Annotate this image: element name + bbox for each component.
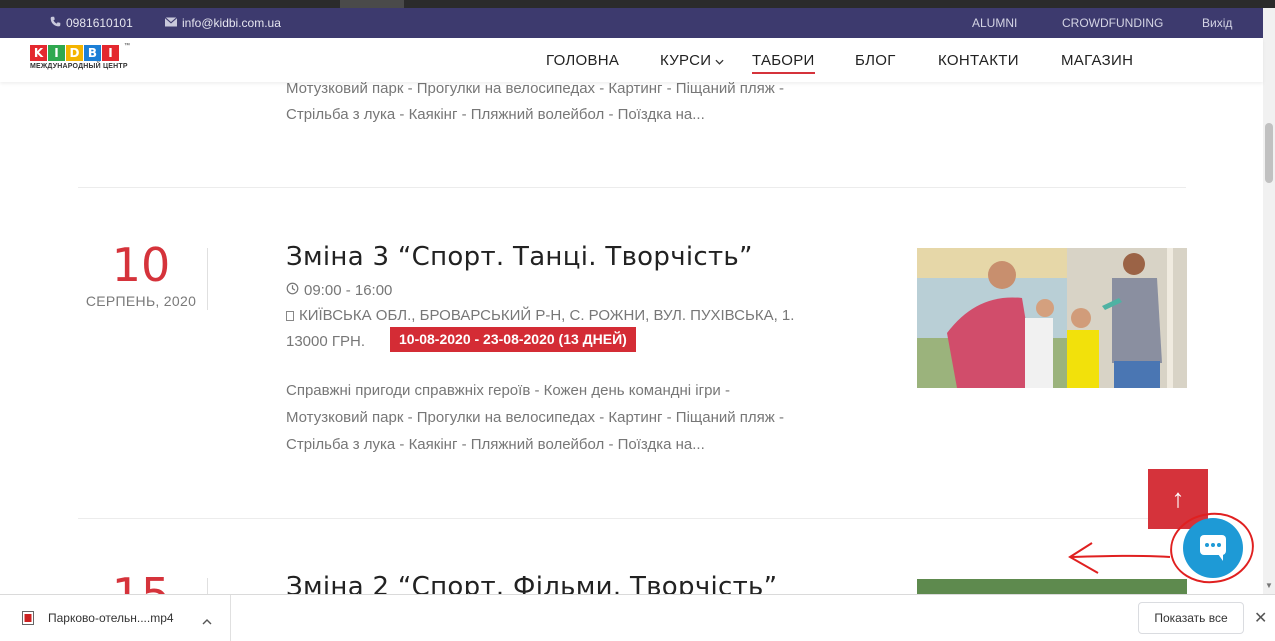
map-marker-icon [286,310,294,321]
logout-link[interactable]: Вихід [1202,16,1232,30]
event-time-text: 09:00 - 16:00 [304,282,393,299]
event-time: 09:00 - 16:00 [286,282,392,299]
kidbi-logo[interactable]: K I D B I МЕЖДУНАРОДНЫЙ ЦЕНТР ™ [30,43,130,70]
close-icon[interactable]: ✕ [1254,608,1267,628]
clock-icon [286,282,299,299]
description-line: Стрільба з лука - Каякінг - Пляжний воле… [286,106,705,123]
logo-letter: I [48,45,65,61]
chat-button[interactable] [1183,518,1243,578]
logo-trademark: ™ [124,43,130,49]
arrow-up-icon: ↑ [1171,483,1185,513]
logo-letter: B [84,45,101,61]
browser-tab[interactable] [340,0,404,8]
alumni-link[interactable]: ALUMNI [972,16,1017,30]
event-address-text: КИЇВСЬКА ОБЛ., БРОВАРСЬКИЙ Р-Н, С. РОЖНИ… [299,307,795,324]
show-all-downloads-button[interactable]: Показать все [1138,602,1244,634]
event-month: СЕРПЕНЬ, 2020 [85,293,197,309]
download-item[interactable]: Парково-отельн....mp4 [0,595,231,641]
email-contact[interactable]: info@kidbi.com.ua [164,16,281,30]
event-photo[interactable] [917,248,1187,388]
phone-number: 0981610101 [66,16,133,30]
scrollbar-thumb[interactable] [1265,123,1273,183]
browser-tab-strip [0,0,1275,8]
site-header: K I D B I МЕЖДУНАРОДНЫЙ ЦЕНТР ™ ГОЛОВНА … [0,38,1263,82]
email-address: info@kidbi.com.ua [182,16,281,30]
date-divider [207,248,208,310]
nav-courses[interactable]: КУРСИ [660,52,724,69]
event-dates-badge: 10-08-2020 - 23-08-2020 (13 ДНЕЙ) [390,327,636,352]
envelope-icon [164,16,178,30]
scroll-down-icon[interactable]: ▼ [1265,581,1273,590]
description-line: Мотузковий парк - Прогулки на велосипеда… [286,409,784,426]
event-day: 10 [111,238,171,292]
chevron-up-icon[interactable] [202,612,212,630]
chevron-down-icon [715,52,724,69]
logo-letter: D [66,45,83,61]
phone-contact[interactable]: 0981610101 [50,16,133,30]
divider [78,187,1186,188]
nav-courses-label: КУРСИ [660,52,712,69]
event-address: КИЇВСЬКА ОБЛ., БРОВАРСЬКИЙ Р-Н, С. РОЖНИ… [286,307,794,324]
event-title[interactable]: Зміна 3 “Спорт. Танці. Творчість” [286,242,753,272]
logo-letter: K [30,45,47,61]
logo-subtitle: МЕЖДУНАРОДНЫЙ ЦЕНТР [30,63,128,70]
download-file-name: Парково-отельн....mp4 [48,611,174,625]
file-icon [22,611,34,630]
event-photo[interactable] [917,579,1187,594]
event-price: 13000 ГРН. [286,333,366,350]
nav-contacts[interactable]: КОНТАКТИ [938,52,1019,69]
chat-bubble-icon [1200,535,1226,561]
logo-letters: K I D B I [30,45,128,61]
nav-blog[interactable]: БЛОГ [855,52,896,69]
nav-camps[interactable]: ТАБОРИ [752,52,815,74]
nav-shop[interactable]: МАГАЗИН [1061,52,1133,69]
divider [78,518,1186,519]
logo-letter: I [102,45,119,61]
description-line: Справжні пригоди справжніх героїв - Коже… [286,382,730,399]
download-bar: Парково-отельн....mp4 Показать все ✕ [0,594,1275,641]
phone-icon [50,16,61,30]
description-line: Стрільба з лука - Каякінг - Пляжний воле… [286,436,705,453]
crowdfunding-link[interactable]: CROWDFUNDING [1062,16,1163,30]
top-contact-bar: 0981610101 info@kidbi.com.ua ALUMNI CROW… [0,8,1263,38]
nav-home[interactable]: ГОЛОВНА [546,52,619,69]
page-scrollbar[interactable]: ▼ [1263,8,1275,594]
